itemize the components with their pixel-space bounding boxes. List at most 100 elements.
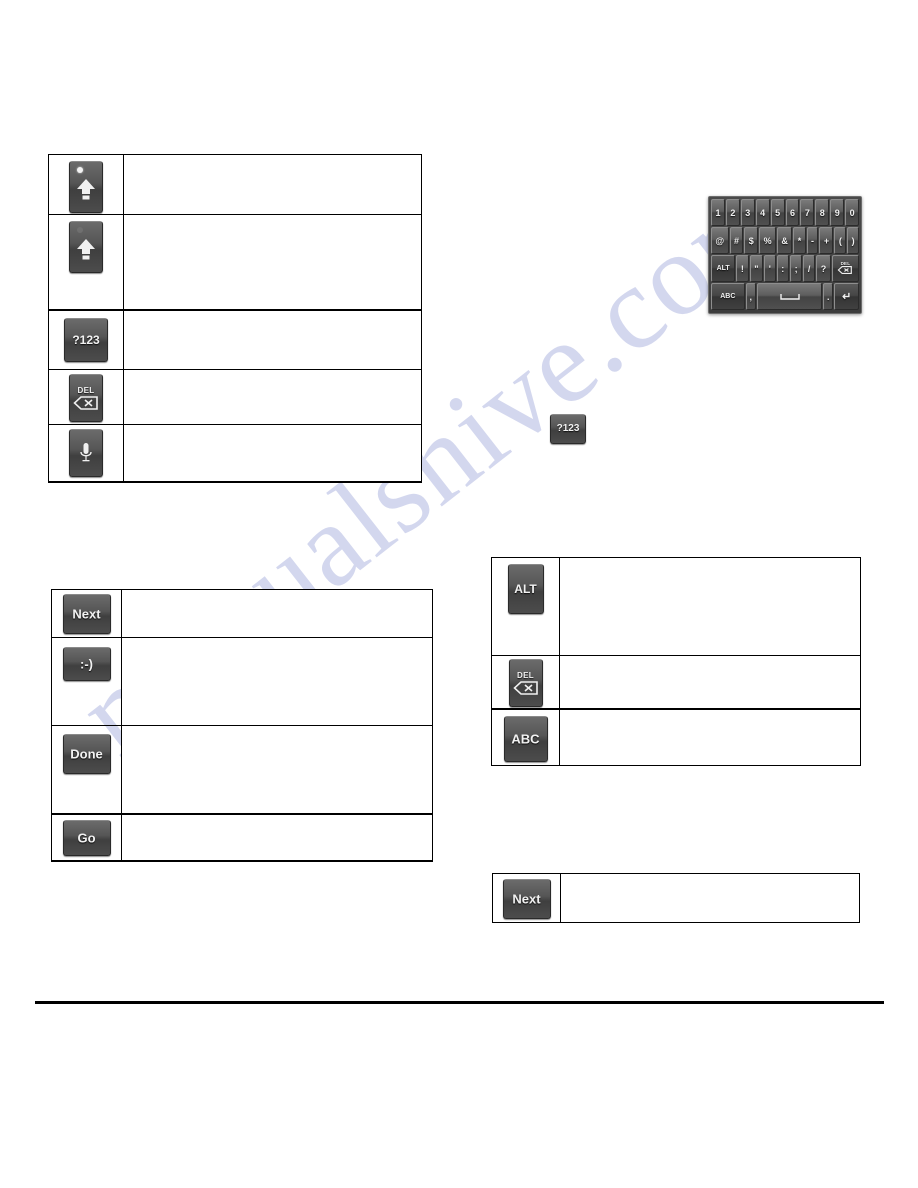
kb-key-alt[interactable]: ALT [711,255,736,282]
kb-key-paren-close[interactable]: ) [847,227,860,254]
table-row [48,154,422,215]
kb-key-space[interactable] [756,283,823,310]
next-key[interactable]: Next [62,594,111,634]
description-cell [123,369,422,425]
kb-key-colon[interactable]: : [776,255,789,282]
go-key[interactable]: Go [62,819,111,856]
kb-key-2[interactable]: 2 [725,199,740,226]
key-cell: Done [51,725,122,815]
kb-key-at[interactable]: @ [711,227,729,254]
table-row: Go [51,813,433,862]
shift-indicator-dot-icon [77,227,83,233]
description-cell [123,154,422,215]
kb-key-paren-open[interactable]: ( [834,227,847,254]
left-upper-key-table: ?123 DEL [48,154,422,483]
microphone-icon [80,443,92,462]
kb-key-6[interactable]: 6 [785,199,800,226]
kb-key-exclamation[interactable]: ! [736,255,749,282]
description-cell [559,708,861,766]
alt-key-label: ALT [514,582,537,596]
kb-key-5[interactable]: 5 [770,199,785,226]
kb-key-hash[interactable]: # [729,227,744,254]
key-cell: DEL [491,655,560,710]
shift-key[interactable] [69,221,103,273]
kb-key-plus[interactable]: + [819,227,834,254]
kb-key-4[interactable]: 4 [755,199,770,226]
shift-arrow-icon [77,239,95,260]
key-cell: Go [51,813,122,862]
keyboard-row-numbers: 1 2 3 4 5 6 7 8 9 0 [711,199,860,226]
alt-key[interactable]: ALT [507,564,544,614]
table-row: :-) [51,637,433,726]
kb-key-comma[interactable]: , [745,283,756,310]
keyboard-row-punctuation: ALT ! " ' : ; / ? DEL [711,255,859,282]
kb-key-question[interactable]: ? [816,255,831,282]
kb-key-minus[interactable]: - [806,227,819,254]
table-row: ALT [491,557,861,656]
key-cell: Next [51,589,122,638]
delete-key[interactable]: DEL [508,659,543,707]
key-cell: ABC [491,708,560,766]
abc-key[interactable]: ABC [503,715,548,762]
key-cell: DEL [48,369,124,425]
kb-key-enter[interactable]: ↵ [834,283,859,310]
delete-backspace-icon [512,681,538,695]
emoticon-key-label: :-) [80,656,93,672]
android-numeric-symbol-keyboard[interactable]: 1 2 3 4 5 6 7 8 9 0 @ # $ % & * - + ( ) … [708,196,862,314]
page-footer-rule [35,1001,884,1004]
delete-key-glyph-group: DEL [70,386,102,410]
done-key[interactable]: Done [62,734,111,774]
table-row: DEL [48,369,422,425]
kb-key-dollar[interactable]: $ [744,227,759,254]
delete-key-glyph-group: DEL [510,671,542,695]
kb-key-0[interactable]: 0 [845,199,860,226]
kb-key-1[interactable]: 1 [711,199,725,226]
kb-key-ampersand[interactable]: & [777,227,793,254]
space-bar-icon [779,293,800,300]
next-key[interactable]: Next [502,879,551,919]
kb-key-3[interactable]: 3 [740,199,755,226]
kb-key-8[interactable]: 8 [815,199,830,226]
shift-arrow-with-dot-icon [77,179,95,200]
next-key-label: Next [72,606,101,622]
right-upper-key-table: ALT DEL ABC [491,557,861,766]
kb-key-apostrophe[interactable]: ' [764,255,776,282]
keyboard-row-bottom: ABC , . ↵ [711,283,859,310]
kb-key-percent[interactable]: % [759,227,777,254]
caps-lock-dot-icon [77,167,83,173]
key-cell [48,154,124,215]
right-lower-key-table: Next [492,873,860,923]
done-key-label: Done [70,746,103,762]
description-cell [121,813,433,862]
key-cell [48,424,124,483]
delete-key-label: DEL [77,386,95,395]
kb-key-double-quote[interactable]: " [749,255,764,282]
kb-key-semicolon[interactable]: ; [789,255,803,282]
kb-key-period[interactable]: . [823,283,834,310]
description-cell [123,309,422,370]
key-cell: :-) [51,637,122,726]
delete-backspace-icon [838,266,853,274]
kb-key-slash[interactable]: / [803,255,816,282]
table-row: DEL [491,655,861,710]
delete-backspace-icon [73,396,98,410]
kb-key-delete[interactable]: DEL [831,255,859,282]
kb-key-abc[interactable]: ABC [711,283,745,310]
symbols-key-standalone-label: ?123 [556,423,580,434]
kb-key-7[interactable]: 7 [800,199,815,226]
delete-key[interactable]: DEL [69,374,103,422]
delete-key-label: DEL [517,671,534,680]
symbols-key[interactable]: ?123 [64,317,108,362]
table-row [48,214,422,311]
key-cell: ALT [491,557,560,656]
emoticon-key[interactable]: :-) [62,647,111,681]
kb-key-asterisk[interactable]: * [793,227,806,254]
left-lower-key-table: Next :-) Done Go [51,589,433,862]
voice-input-key[interactable] [69,429,103,477]
symbols-key-standalone[interactable]: ?123 [550,414,586,444]
abc-key-label: ABC [511,731,540,746]
kb-key-9[interactable]: 9 [830,199,845,226]
shift-caps-lock-key[interactable] [69,161,103,213]
table-row: ABC [491,708,861,766]
key-cell: ?123 [48,309,124,370]
